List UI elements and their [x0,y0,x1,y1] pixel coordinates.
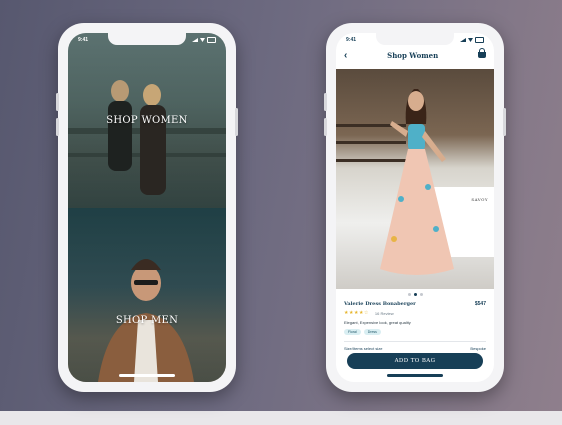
wifi-icon [468,38,473,42]
nav-bar: ‹ Shop Women [336,45,494,65]
add-to-bag-button[interactable]: ADD TO BAG [347,353,483,369]
product-tags: Floral Dress [344,329,486,335]
product-name: Valerie Dress Bonaberger [344,301,416,307]
power-button [235,108,238,136]
notch [108,33,186,45]
shop-men-tile[interactable]: SHOP MEN [68,208,226,382]
screen: 9:41 ‹ Shop Women SAVOY Valerie Dress Bo… [336,33,494,382]
volume-button [56,118,59,136]
tag-chip[interactable]: Floral [344,329,361,335]
volume-button [324,118,327,136]
carousel-dot[interactable] [419,293,423,296]
product-description: Elegant, Expensive look, great quality [344,320,411,325]
volume-button [324,93,327,111]
phone-category-screen: 9:41 SHOP WOMEN SHOP MEN [56,23,238,392]
power-button [503,108,506,136]
phone-product-screen: 9:41 ‹ Shop Women SAVOY Valerie Dress Bo… [324,23,506,392]
home-indicator[interactable] [119,374,175,377]
signal-icon [192,38,198,42]
shop-men-label: SHOP MEN [115,314,179,326]
chevron-left-icon[interactable]: ‹ [344,50,347,61]
size-selector[interactable]: Size/Items select size Bespoke [344,346,486,351]
carousel-dots [336,293,494,296]
shop-women-label: SHOP WOMEN [106,115,188,126]
battery-icon [207,37,216,43]
product-price: $547 [474,301,486,307]
tag-chip[interactable]: Dress [363,329,381,335]
home-indicator[interactable] [387,374,443,377]
carousel-dot-active[interactable] [413,293,417,296]
status-time: 9:41 [346,37,357,43]
carousel-dot[interactable] [407,293,411,296]
floor-surface [0,411,562,425]
status-time: 9:41 [78,37,89,43]
product-info: Valerie Dress Bonaberger $547 ★★★★☆ 16 R… [344,301,486,351]
notch [376,33,454,45]
model-figure [380,89,454,275]
wifi-icon [200,38,205,42]
rating-stars: ★★★★☆ [344,310,369,316]
volume-button [56,93,59,111]
size-label: Size/Items select size [344,346,383,351]
shop-women-tile[interactable]: SHOP WOMEN [68,33,226,208]
review-count[interactable]: 16 Review [375,311,394,316]
signal-icon [460,38,466,42]
size-value: Bespoke [470,346,486,351]
basket-icon[interactable] [478,48,486,58]
men-photo [98,259,194,382]
battery-icon [475,37,484,43]
screen: 9:41 SHOP WOMEN SHOP MEN [68,33,226,382]
product-image[interactable]: SAVOY [336,69,494,289]
page-title: Shop Women [387,50,439,60]
divider [344,341,486,342]
